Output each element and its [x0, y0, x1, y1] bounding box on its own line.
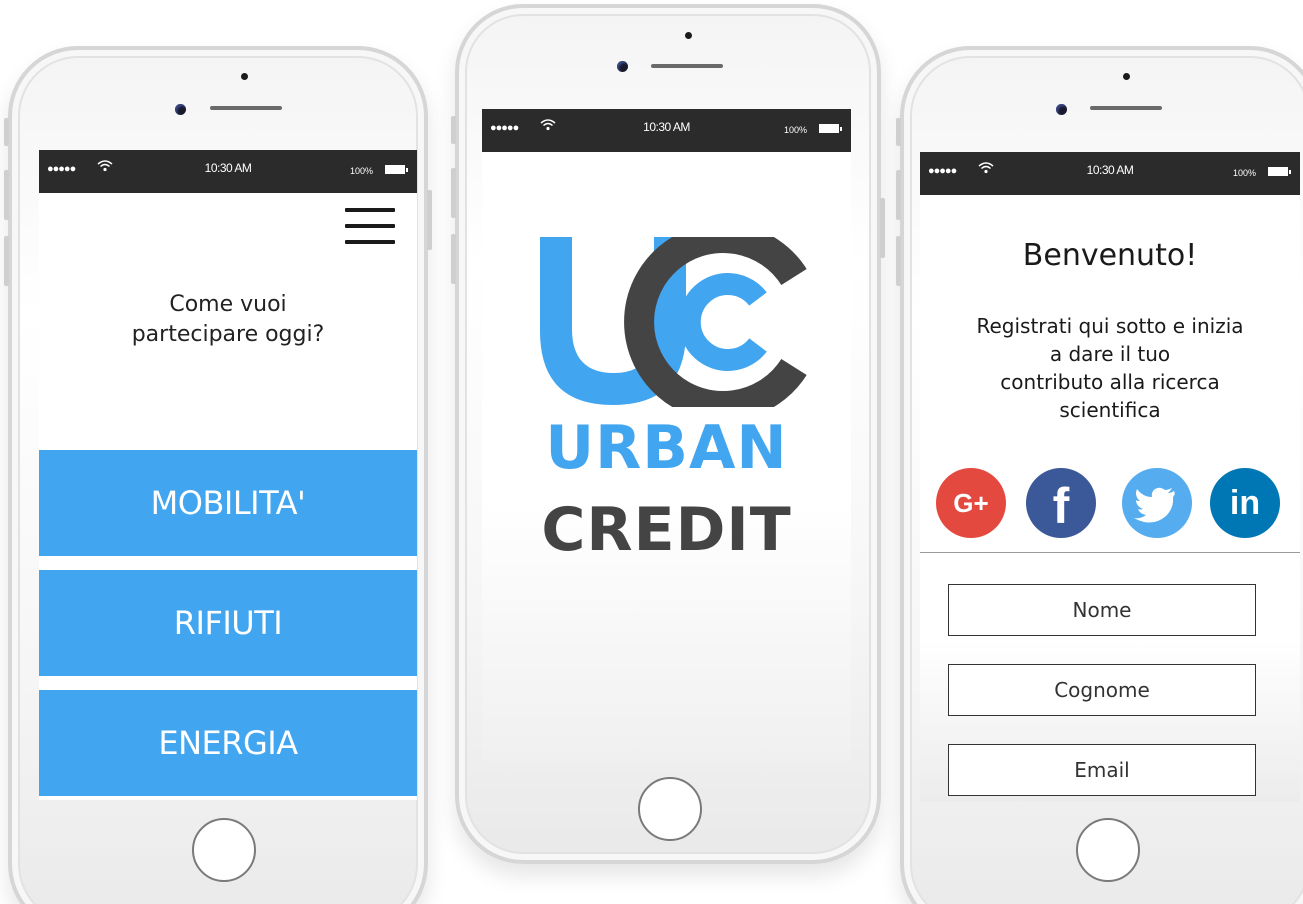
- volume-down-button: [451, 234, 456, 284]
- linkedin-glyph: in: [1229, 484, 1261, 522]
- last-name-placeholder: Cognome: [1054, 678, 1150, 702]
- phone-center: ●●●●● 10:30 AM 100% URBAN CREDIT: [451, 4, 885, 864]
- facebook-glyph: f: [1052, 478, 1070, 534]
- google-plus-glyph: G+: [953, 488, 989, 518]
- intro-line-3: contributo alla ricerca: [1000, 370, 1220, 394]
- intro-line-2: a dare il tuo: [1049, 342, 1171, 366]
- google-plus-icon[interactable]: G+: [936, 468, 1006, 538]
- splash-screen: ●●●●● 10:30 AM 100% URBAN CREDIT: [482, 109, 851, 761]
- last-name-field[interactable]: Cognome: [948, 664, 1256, 716]
- mockup-stage: ●●●●● 10:30 AM 100% Come vuoi partecipar…: [0, 0, 1303, 904]
- volume-down-button: [4, 236, 9, 286]
- category-button-energia[interactable]: ENERGIA: [39, 690, 417, 796]
- volume-up-button: [4, 170, 9, 220]
- uc-logo-mark: [540, 237, 807, 407]
- battery-icon: [385, 165, 408, 174]
- power-button: [427, 190, 432, 250]
- proximity-sensor: [685, 32, 692, 39]
- category-button-rifiuti[interactable]: RIFIUTI: [39, 570, 417, 676]
- front-camera: [617, 61, 628, 72]
- section-divider: [920, 552, 1300, 553]
- menu-screen: ●●●●● 10:30 AM 100% Come vuoi partecipar…: [39, 150, 417, 800]
- status-bar: ●●●●● 10:30 AM 100%: [39, 150, 417, 193]
- proximity-sensor: [241, 73, 248, 80]
- earpiece-speaker: [651, 64, 723, 68]
- phone-right: ●●●●● 10:30 AM 100% Benvenuto! Registrat…: [896, 46, 1303, 904]
- battery-percentage: 100%: [349, 166, 373, 176]
- power-button: [880, 198, 885, 258]
- twitter-bird-glyph: [1134, 487, 1175, 523]
- earpiece-speaker: [210, 106, 282, 110]
- volume-up-button: [896, 170, 901, 220]
- brand-name-urban: URBAN: [545, 413, 788, 483]
- proximity-sensor: [1123, 73, 1130, 80]
- twitter-icon[interactable]: [1122, 468, 1192, 538]
- battery-percentage: 100%: [1232, 168, 1256, 178]
- volume-up-button: [451, 168, 456, 218]
- volume-down-button: [896, 236, 901, 286]
- phone-left: ●●●●● 10:30 AM 100% Come vuoi partecipar…: [4, 46, 432, 904]
- first-name-placeholder: Nome: [1072, 598, 1132, 622]
- welcome-title: Benvenuto!: [1022, 238, 1198, 273]
- brand-name-credit: CREDIT: [541, 495, 792, 565]
- home-button[interactable]: [638, 777, 702, 841]
- status-bar: ●●●●● 10:30 AM 100%: [920, 152, 1300, 195]
- mute-switch: [451, 116, 456, 144]
- front-camera: [1056, 104, 1067, 115]
- email-placeholder: Email: [1074, 758, 1130, 782]
- question-line-1: Come vuoi: [169, 292, 287, 317]
- signup-screen: ●●●●● 10:30 AM 100% Benvenuto! Registrat…: [920, 152, 1300, 802]
- question-heading: Come vuoi partecipare oggi?: [39, 290, 417, 350]
- status-bar: ●●●●● 10:30 AM 100%: [482, 109, 851, 152]
- intro-line-1: Registrati qui sotto e inizia: [976, 314, 1244, 338]
- home-button[interactable]: [192, 818, 256, 882]
- battery-icon: [819, 124, 842, 133]
- mute-switch: [896, 118, 901, 146]
- first-name-field[interactable]: Nome: [948, 584, 1256, 636]
- hamburger-menu-icon[interactable]: [345, 208, 395, 244]
- email-field[interactable]: Email: [948, 744, 1256, 796]
- logo-letter-c-inner: [678, 273, 767, 371]
- facebook-icon[interactable]: f: [1026, 468, 1096, 538]
- battery-icon: [1268, 167, 1291, 176]
- question-line-2: partecipare oggi?: [131, 322, 325, 347]
- category-button-mobilita[interactable]: MOBILITA': [39, 450, 417, 556]
- earpiece-speaker: [1090, 106, 1162, 110]
- battery-percentage: 100%: [783, 125, 807, 135]
- home-button[interactable]: [1076, 818, 1140, 882]
- mute-switch: [4, 118, 9, 146]
- intro-text: Registrati qui sotto e inizia a dare il …: [930, 312, 1290, 424]
- intro-line-4: scientifica: [1059, 398, 1161, 422]
- front-camera: [175, 104, 186, 115]
- linkedin-icon[interactable]: in: [1210, 468, 1280, 538]
